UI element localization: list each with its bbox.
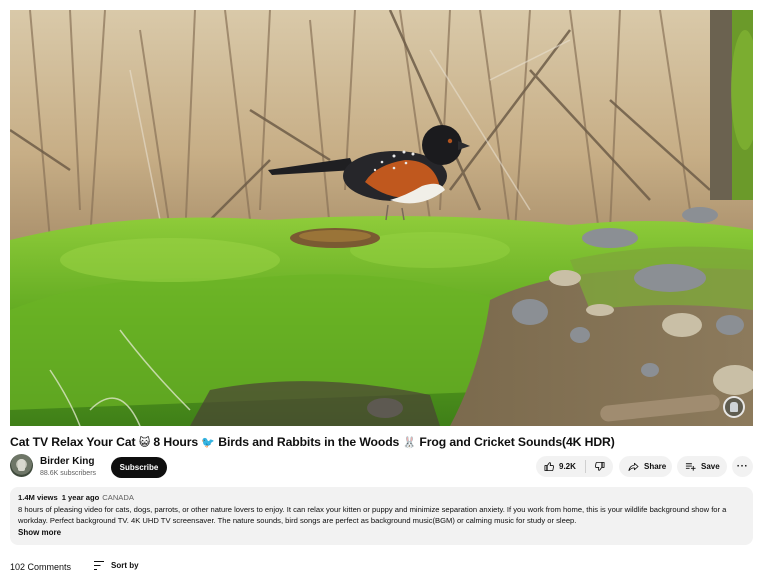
thumbs-up-icon (544, 462, 554, 472)
title-text: Cat TV Relax Your Cat (10, 435, 139, 449)
show-more-button[interactable]: Show more (18, 527, 745, 539)
rabbit-emoji-icon: 🐰 (402, 437, 417, 449)
sort-comments-button[interactable]: Sort by (93, 560, 139, 571)
title-text: 8 Hours (150, 435, 202, 449)
video-title: Cat TV Relax Your Cat 😺 8 Hours 🐦 Birds … (10, 435, 760, 449)
upload-time: 1 year ago (61, 493, 100, 502)
description-text: 8 hours of pleasing video for cats, dogs… (18, 504, 727, 526)
view-count: 1.4M views (18, 493, 58, 502)
bird-emoji-icon: 🐦 (201, 437, 215, 449)
video-player[interactable] (10, 10, 753, 426)
playlist-add-icon (685, 463, 696, 471)
like-button[interactable]: 9.2K (536, 456, 576, 477)
location[interactable]: CANADA (102, 493, 134, 502)
subscriber-count: 88.6K subscribers (40, 470, 97, 477)
thumbs-down-icon (594, 461, 605, 471)
save-button[interactable]: Save (677, 456, 727, 477)
title-text: Birds and Rabbits in the Woods (214, 435, 403, 449)
subscribe-button[interactable]: Subscribe (111, 457, 167, 478)
sort-label: Sort by (111, 561, 139, 570)
cat-emoji-icon: 😺 (138, 437, 151, 449)
video-meta: 1.4M views 1 year ago CANADA (18, 492, 745, 504)
more-actions-button[interactable]: ··· (732, 456, 753, 477)
share-label: Share (644, 462, 667, 471)
share-arrow-icon (628, 462, 639, 472)
channel-name[interactable]: Birder King (40, 456, 94, 467)
dislike-button[interactable] (586, 456, 613, 477)
save-label: Save (701, 462, 720, 471)
more-horizontal-icon: ··· (736, 461, 749, 472)
video-frame (10, 10, 753, 426)
channel-watermark-icon[interactable] (723, 396, 745, 418)
comment-count: 102 Comments (10, 562, 72, 572)
like-count: 9.2K (559, 462, 576, 471)
like-dislike-group: 9.2K (536, 456, 613, 477)
share-button[interactable]: Share (619, 456, 672, 477)
description-box[interactable]: 1.4M views 1 year ago CANADA 8 hours of pl… (10, 487, 753, 545)
title-text: Frog and Cricket Sounds(4K HDR) (416, 435, 615, 449)
sort-icon (94, 561, 104, 570)
channel-avatar[interactable] (10, 454, 33, 477)
